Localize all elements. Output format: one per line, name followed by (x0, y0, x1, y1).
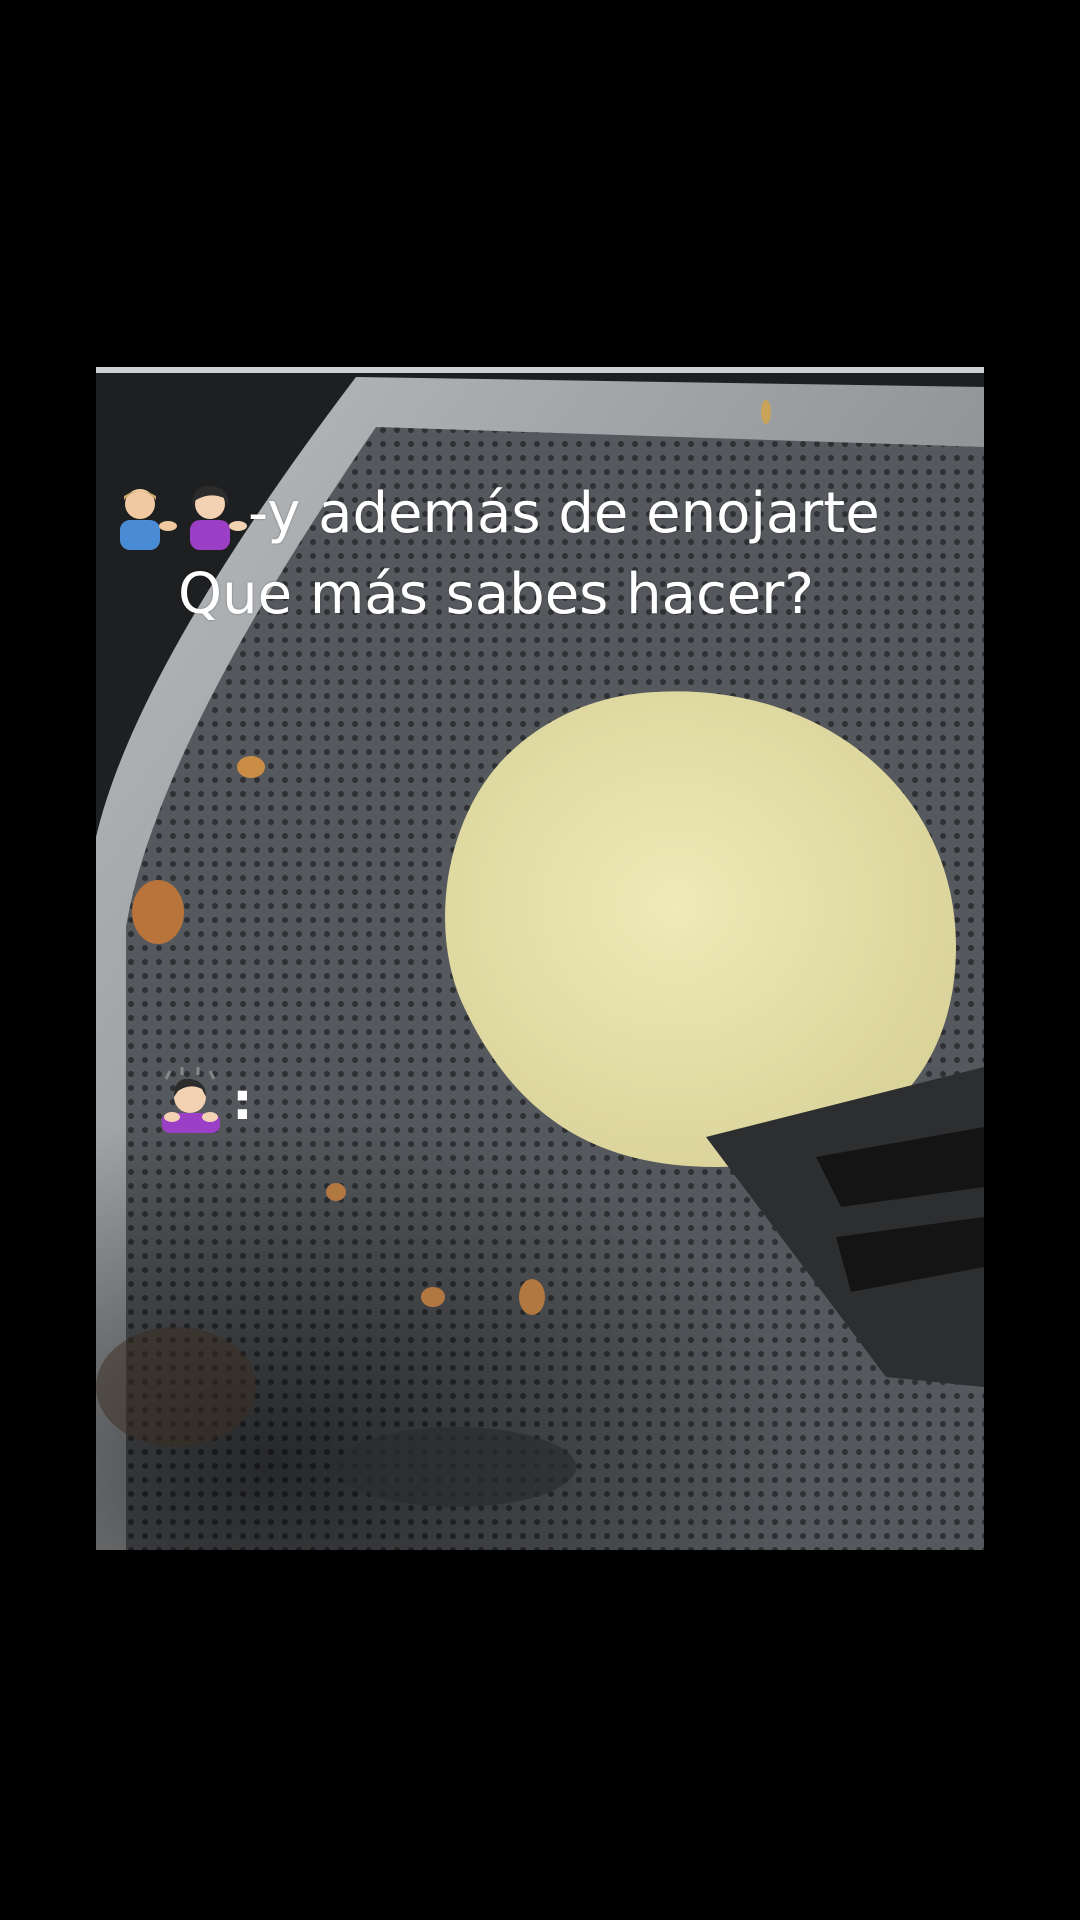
caption-line-1: -y además de enojarte (108, 482, 880, 552)
caption-line-2: Que más sabes hacer? (178, 562, 814, 627)
woman-tipping-hand-icon (178, 482, 248, 552)
response-text: : (232, 1072, 253, 1132)
woman-bowing-icon (158, 1067, 228, 1137)
video-screen: -y además de enojarte Que más sabes hace… (0, 0, 1080, 1920)
response-caption: : (158, 1067, 253, 1137)
video-frame[interactable]: -y además de enojarte Que más sabes hace… (96, 367, 984, 1550)
caption-text-line-1: -y además de enojarte (248, 481, 880, 547)
man-tipping-hand-icon (108, 482, 178, 552)
